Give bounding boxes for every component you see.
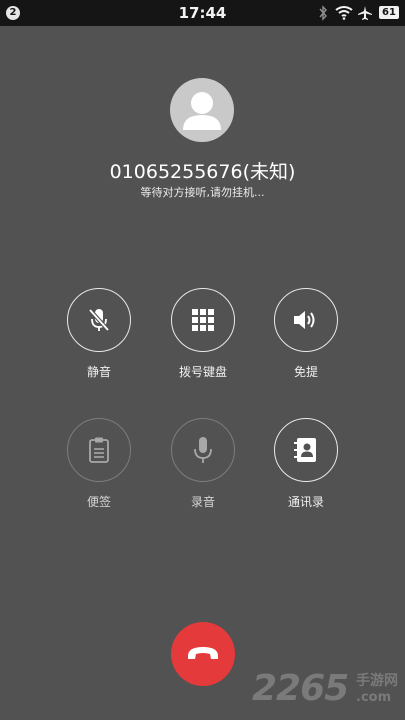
- notes-button[interactable]: [67, 418, 131, 482]
- contacts-book-icon: [294, 438, 316, 462]
- contacts-button[interactable]: [274, 418, 338, 482]
- watermark-logo: 2265 手游网 .com: [252, 668, 402, 716]
- notes-label: 便签: [86, 495, 111, 509]
- speaker-button[interactable]: [274, 288, 338, 352]
- person-icon: [183, 92, 221, 130]
- watermark-com-text: .com: [356, 690, 392, 705]
- contacts-label: 通讯录: [287, 495, 324, 509]
- hang-up-icon: [188, 647, 218, 659]
- mic-off-icon: [88, 308, 110, 332]
- microphone-icon: [194, 437, 212, 463]
- watermark-main-text: 2265: [252, 668, 349, 709]
- battery-indicator: 61: [379, 6, 399, 19]
- caller-number: 01065255676(未知): [109, 161, 296, 183]
- status-bar: 2 17:44 61: [0, 0, 405, 26]
- caller-avatar: [170, 78, 234, 142]
- dialpad-icon: [192, 309, 214, 331]
- watermark-cn-text: 手游网: [356, 673, 398, 689]
- clipboard-icon: [89, 437, 109, 463]
- speaker-label: 免提: [293, 365, 318, 379]
- hang-up-button[interactable]: [171, 622, 235, 686]
- wifi-icon: [335, 6, 353, 20]
- keypad-button[interactable]: [171, 288, 235, 352]
- mute-button[interactable]: [67, 288, 131, 352]
- call-status: 等待对方接听,请勿挂机...: [140, 186, 265, 199]
- keypad-label: 拨号键盘: [178, 365, 227, 379]
- airplane-mode-icon: [358, 6, 372, 20]
- bluetooth-icon: [319, 5, 327, 21]
- record-button[interactable]: [171, 418, 235, 482]
- mute-label: 静音: [86, 365, 111, 379]
- record-label: 录音: [190, 495, 215, 509]
- speaker-icon: [294, 311, 315, 329]
